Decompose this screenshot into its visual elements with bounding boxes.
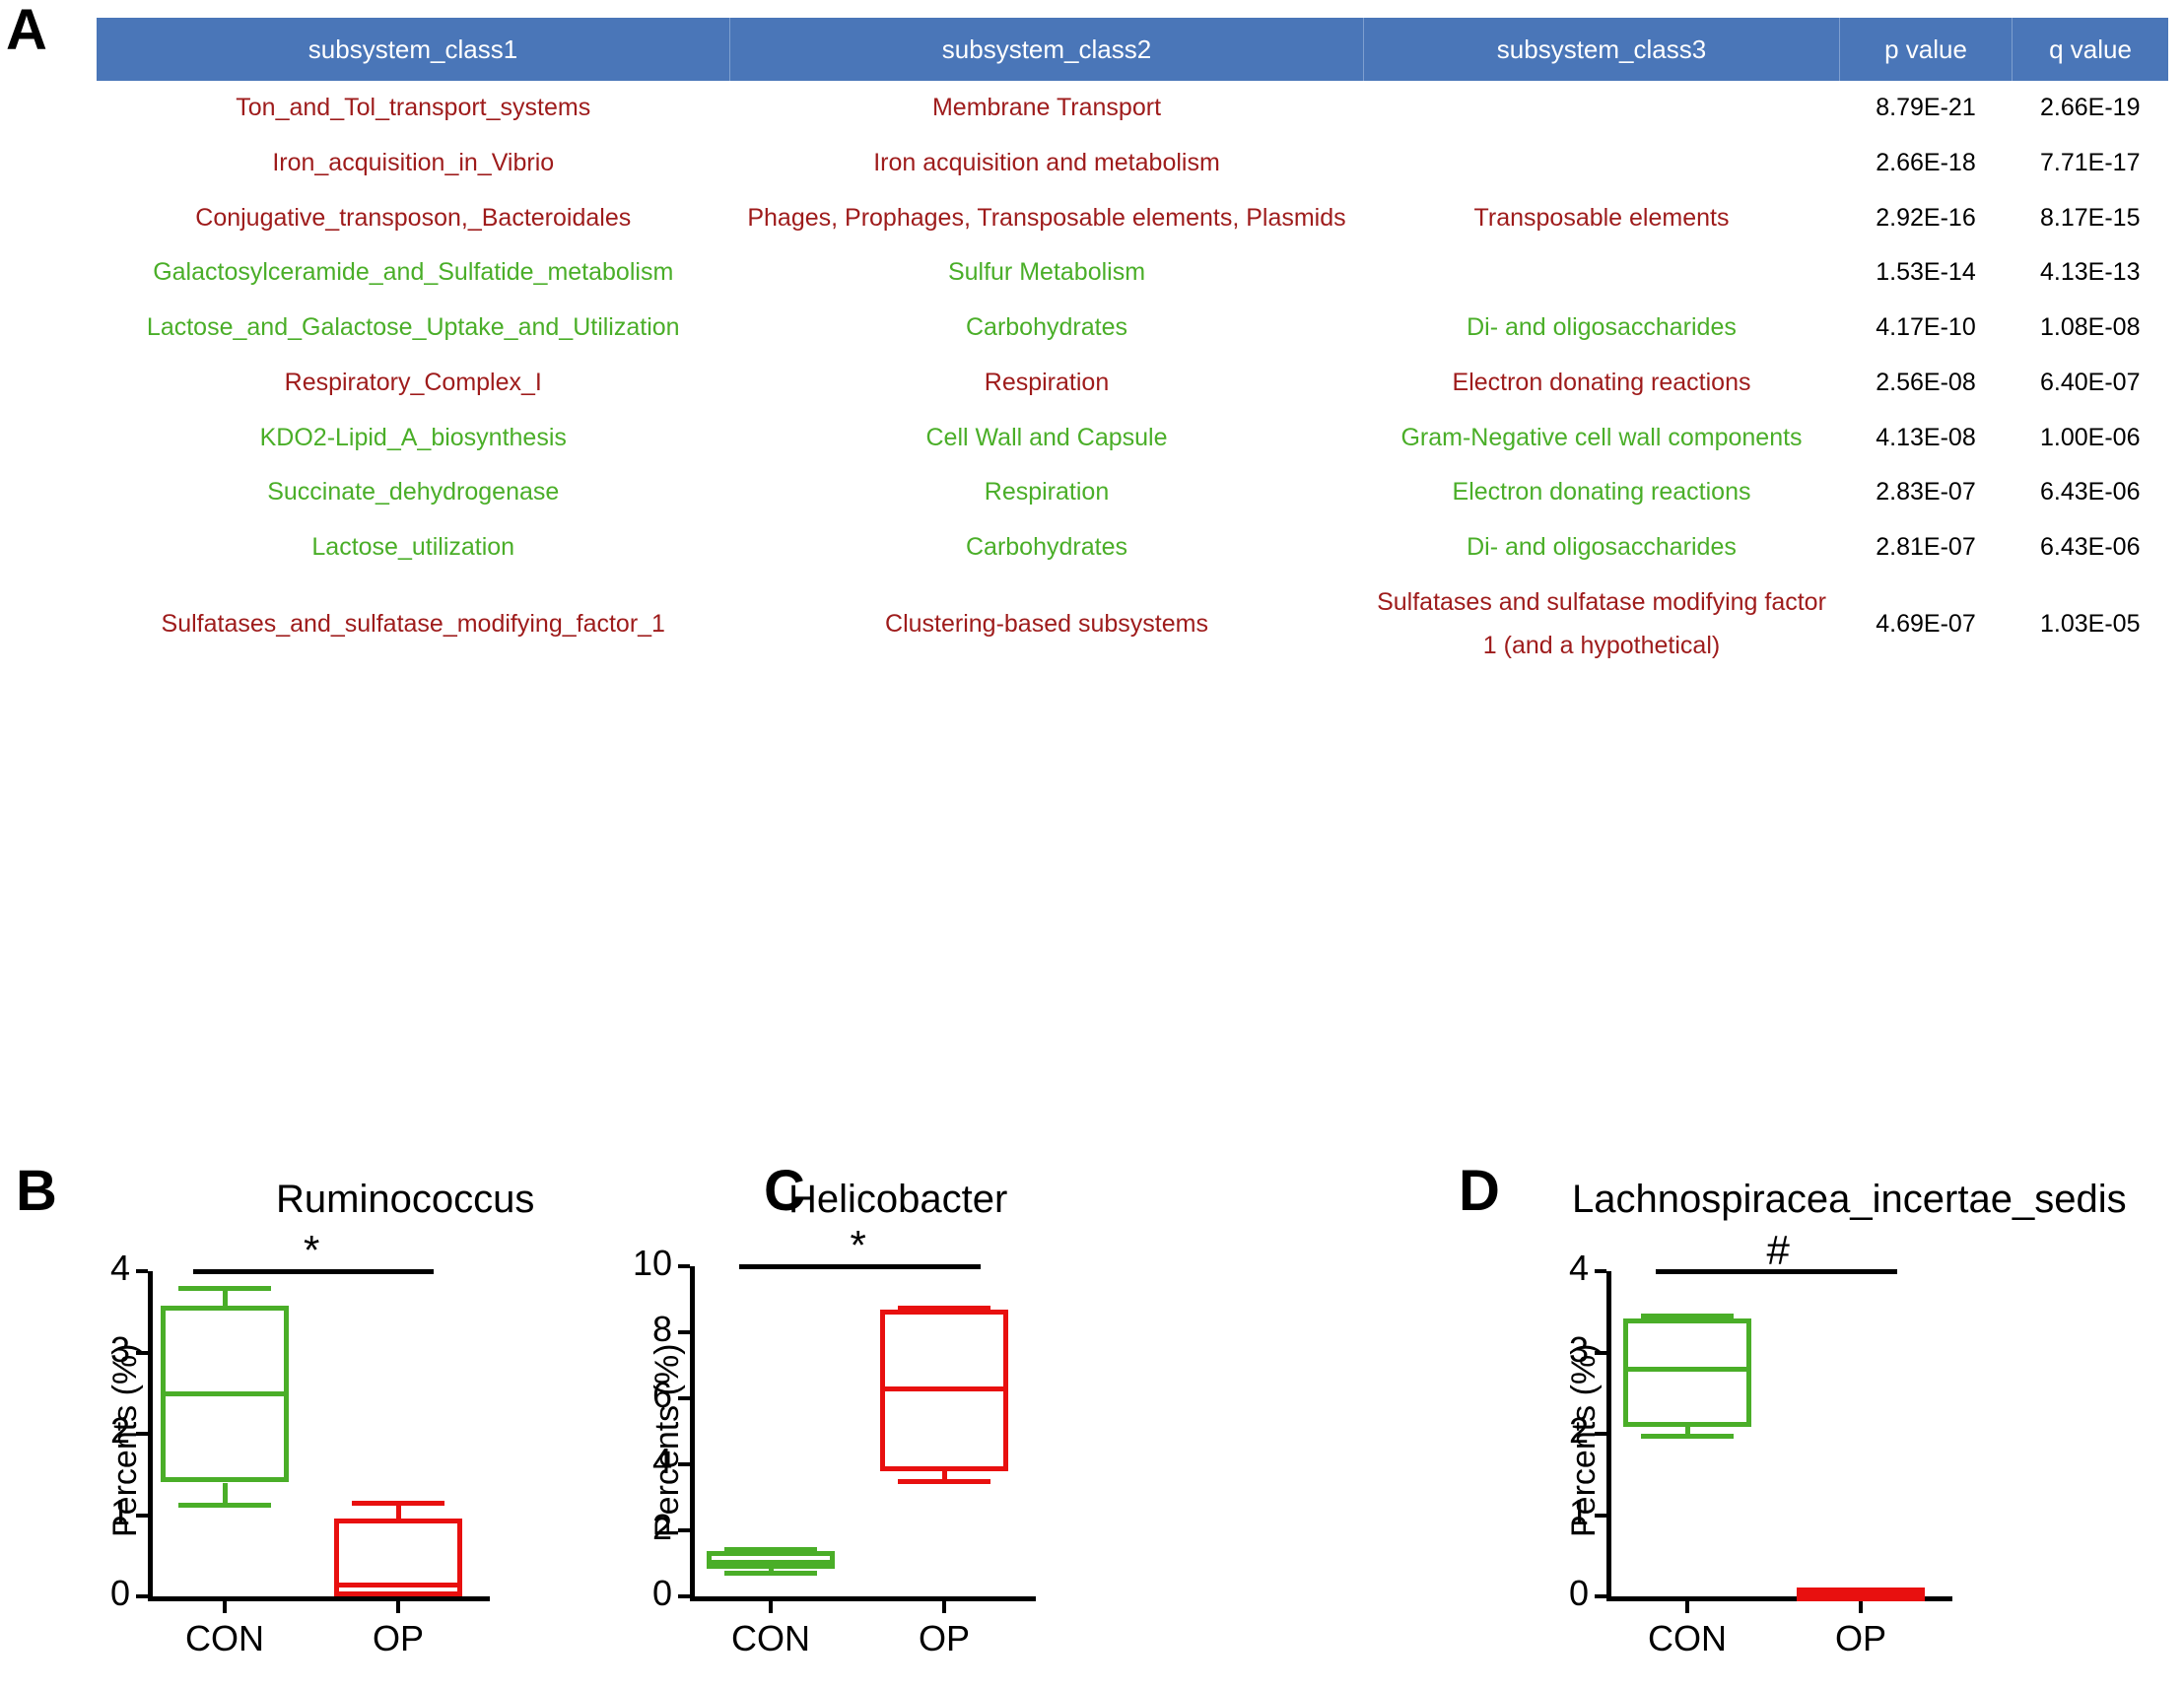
figure-root: A subsystem_class1 subsystem_class2 subs… xyxy=(0,0,2184,1689)
lower-whisker-cap-D-0 xyxy=(1641,1434,1734,1439)
significance-marker-D: # xyxy=(1766,1227,1790,1273)
significance-bar-D xyxy=(1656,1269,1897,1274)
x-tick-label-D-0: CON xyxy=(1648,1618,1727,1658)
lower-whisker-D-0 xyxy=(1685,1427,1690,1434)
x-tick-D-1 xyxy=(1859,1601,1863,1613)
x-tick-D-0 xyxy=(1685,1601,1689,1613)
box-D-0 xyxy=(1623,1317,1751,1428)
y-tick-label-D-4: 4 xyxy=(1568,1248,1589,1288)
x-tick-label-D-1: OP xyxy=(1834,1618,1886,1658)
boxplot-lachnospiracea: Lachnospiracea_incertae_sedis #0 1 2 3 4 Perce… xyxy=(0,0,2184,1689)
y-tick-label-D-0: 0 xyxy=(1568,1573,1589,1613)
plot-title-D: Lachnospiracea_incertae_sedis xyxy=(1572,1178,2127,1221)
y-tick-D-4 xyxy=(1595,1269,1606,1273)
box-D-1 xyxy=(1797,1588,1925,1602)
y-axis-line-D xyxy=(1606,1271,1611,1599)
y-tick-D-0 xyxy=(1595,1594,1606,1598)
median-line-D-0 xyxy=(1623,1367,1751,1372)
y-axis-label-D: Percents (%) xyxy=(1565,1343,1603,1538)
